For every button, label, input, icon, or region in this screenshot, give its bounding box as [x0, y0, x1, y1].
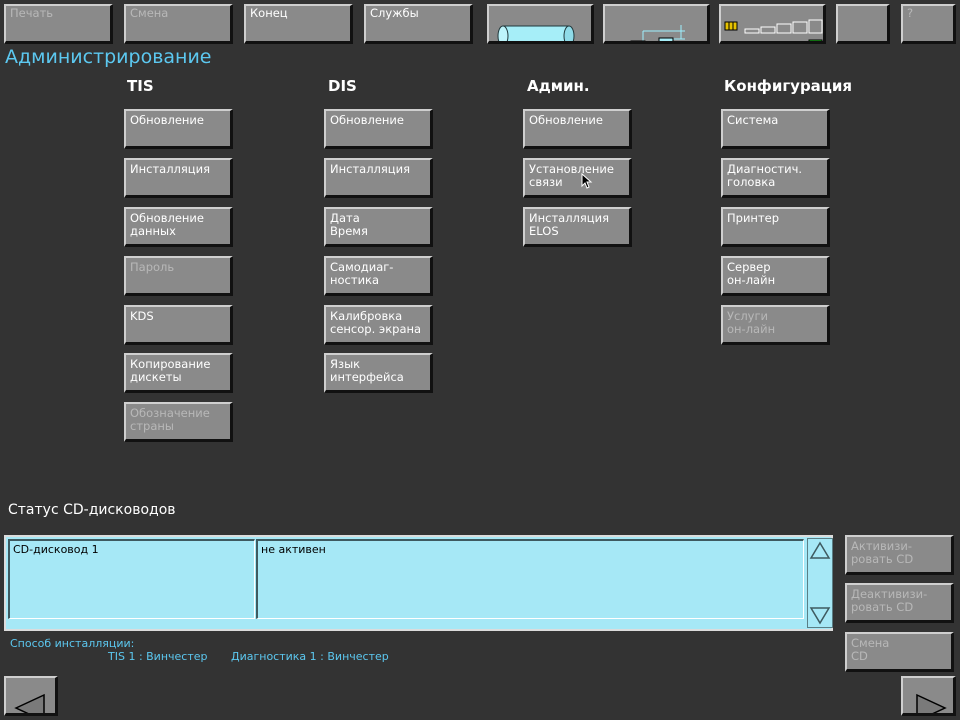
- network-connection-button[interactable]: [603, 4, 710, 44]
- diag-install-source: Диагностика 1 : Винчестер: [231, 650, 389, 663]
- scroll-down-arrow-icon[interactable]: [808, 603, 832, 627]
- cd-drive-name-cell[interactable]: CD-дисковод 1: [8, 539, 255, 619]
- back-button[interactable]: [4, 676, 58, 716]
- config-online-services-button[interactable]: Услуги он-лайн: [721, 305, 830, 345]
- print-button[interactable]: Печать: [4, 4, 113, 44]
- help-button[interactable]: ?: [901, 4, 956, 44]
- activate-cd-button[interactable]: Активизи- ровать CD: [845, 535, 954, 575]
- scroll-up-arrow-icon[interactable]: [808, 539, 832, 563]
- blank-toolbar-button[interactable]: [836, 4, 890, 44]
- network-connection-icon: [630, 25, 685, 41]
- config-heading: Конфигурация: [724, 77, 853, 95]
- dis-touch-calibration-button[interactable]: Калибровка сенсор. экрана: [324, 305, 433, 345]
- cd-status-scrollbar[interactable]: [807, 538, 833, 628]
- dis-install-button[interactable]: Инсталляция: [324, 158, 433, 198]
- back-arrow-icon: [14, 693, 45, 713]
- mouse-cursor-icon: [581, 173, 593, 189]
- cable-cylinder-icon: [497, 25, 575, 41]
- tis-password-button[interactable]: Пароль: [124, 256, 233, 296]
- admin-update-button[interactable]: Обновление: [523, 109, 632, 149]
- dis-heading: DIS: [328, 77, 357, 95]
- deactivate-cd-button[interactable]: Деактивизи- ровать CD: [845, 583, 954, 623]
- tis-country-code-button[interactable]: Обозначение страны: [124, 402, 233, 442]
- dis-date-time-button[interactable]: Дата Время: [324, 207, 433, 247]
- forward-button[interactable]: [901, 676, 956, 716]
- dis-self-diagnostics-button[interactable]: Самодиаг- ностика: [324, 256, 433, 296]
- tis-heading: TIS: [127, 77, 154, 95]
- tis-install-source: TIS 1 : Винчестер: [108, 650, 208, 663]
- change-cd-button[interactable]: Смена CD: [845, 632, 954, 672]
- cd-status-title: Статус CD-дисководов: [8, 502, 176, 518]
- forward-arrow-icon: [916, 693, 947, 713]
- signal-status-icon: [724, 19, 823, 41]
- cd-drive-state-cell[interactable]: не активен: [256, 539, 804, 619]
- config-diagnostic-head-button[interactable]: Диагностич. головка: [721, 158, 830, 198]
- tis-data-update-button[interactable]: Обновление данных: [124, 207, 233, 247]
- admin-elos-install-button[interactable]: Инсталляция ELOS: [523, 207, 632, 247]
- dis-update-button[interactable]: Обновление: [324, 109, 433, 149]
- tis-copy-floppy-button[interactable]: Копирование дискеты: [124, 353, 233, 393]
- end-button[interactable]: Конец: [244, 4, 353, 44]
- config-printer-button[interactable]: Принтер: [721, 207, 830, 247]
- application-screen: Печать Смена Конец Службы ? Администриро…: [0, 0, 960, 720]
- tis-kds-button[interactable]: KDS: [124, 305, 233, 345]
- admin-heading: Админ.: [527, 77, 590, 95]
- change-button[interactable]: Смена: [124, 4, 233, 44]
- tis-install-button[interactable]: Инсталляция: [124, 158, 233, 198]
- services-button[interactable]: Службы: [364, 4, 473, 44]
- admin-connection-setup-button[interactable]: Установление связи: [523, 158, 632, 198]
- cable-status-button[interactable]: [487, 4, 594, 44]
- config-system-button[interactable]: Система: [721, 109, 830, 149]
- install-method-label: Способ инсталляции:: [10, 637, 135, 650]
- tis-update-button[interactable]: Обновление: [124, 109, 233, 149]
- config-online-server-button[interactable]: Сервер он-лайн: [721, 256, 830, 296]
- page-title: Администрирование: [5, 46, 212, 68]
- cd-status-list: CD-дисковод 1 не активен: [4, 535, 833, 631]
- signal-status-button[interactable]: [719, 4, 826, 44]
- dis-interface-language-button[interactable]: Язык интерфейса: [324, 353, 433, 393]
